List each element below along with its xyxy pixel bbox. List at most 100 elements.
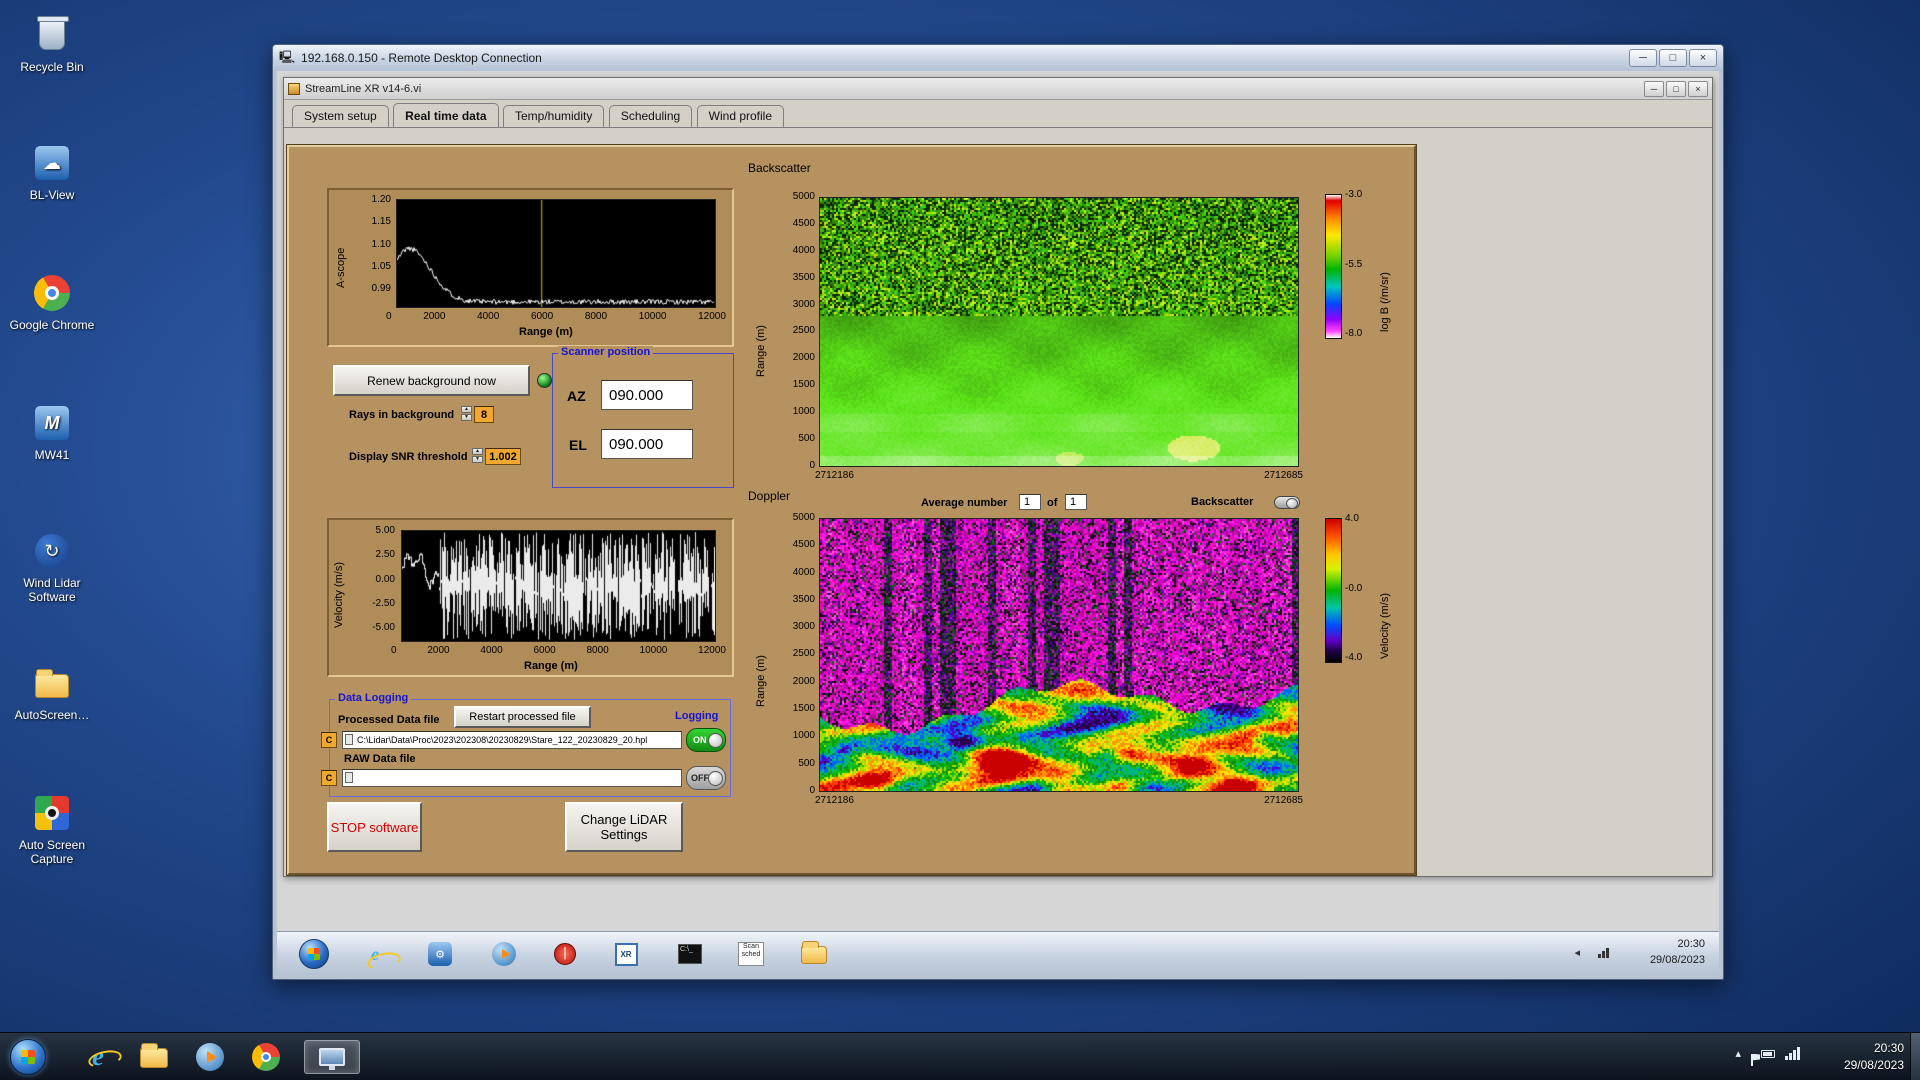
velocity-xlabel: Range (m) (524, 660, 578, 672)
taskbar-icon-ie[interactable]: e (78, 1040, 118, 1074)
battery-icon[interactable] (1761, 1049, 1775, 1058)
tab-system-setup[interactable]: System setup (292, 105, 389, 127)
tab-temp-humidity[interactable]: Temp/humidity (502, 105, 605, 127)
rays-value-field[interactable]: 8 (474, 406, 494, 423)
desktop-icon-auto-screen-capture[interactable]: Auto Screen Capture (6, 792, 98, 866)
processed-drive-box[interactable]: C (321, 732, 337, 748)
doppler-title: Doppler (748, 489, 791, 503)
remote-taskbar-icon-media[interactable] (491, 941, 517, 967)
network-icon[interactable] (1785, 1047, 1800, 1060)
ascope-graph-frame: A-scope 1.20 1.15 1.10 1.05 0.99 0 2000 4000 60… (327, 188, 734, 347)
remote-taskbar-icon-ie[interactable]: e (362, 941, 388, 967)
doppler-colorbar (1325, 518, 1342, 663)
tabstrip: System setup Real time data Temp/humidit… (284, 100, 1712, 128)
tab-scheduling[interactable]: Scheduling (608, 105, 693, 127)
backscatter-colorbar-label: log B (/m/sr) (1379, 272, 1391, 332)
average-total-field[interactable]: 1 (1065, 494, 1087, 510)
remote-start-button[interactable] (299, 939, 329, 969)
remote-taskbar-icon-control-panel[interactable]: ⚙ (427, 941, 453, 967)
raw-drive-box[interactable]: C (321, 770, 337, 786)
rdp-minimize-button[interactable]: ─ (1629, 49, 1657, 67)
tab-real-time-data[interactable]: Real time data (393, 103, 499, 127)
backscatter-yticks: 5000 4500 4000 3500 3000 2500 2000 1500 1000 500 0 (792, 191, 815, 471)
doppler-heatmap[interactable] (819, 518, 1299, 792)
logging-label: Logging (675, 710, 719, 722)
az-field[interactable]: 090.000 (601, 380, 693, 410)
desktop-icon-google-chrome[interactable]: Google Chrome (6, 272, 98, 332)
start-button[interactable] (10, 1039, 46, 1075)
backscatter-heatmap[interactable] (819, 197, 1299, 467)
doppler-x-left: 2712186 (815, 795, 854, 806)
desktop-icon-label: Google Chrome (9, 318, 95, 332)
processed-path-field[interactable]: C:\Lidar\Data\Proc\2023\202308\20230829\… (342, 731, 682, 749)
remote-network-icon[interactable] (1598, 947, 1609, 958)
rdp-close-button[interactable]: × (1689, 49, 1717, 67)
processed-data-file-label: Processed Data file (338, 714, 440, 726)
rdp-maximize-button[interactable]: □ (1659, 49, 1687, 67)
processed-logging-toggle-on[interactable]: ON (686, 728, 726, 752)
average-number-label: Average number (921, 497, 1008, 509)
average-of-label: of (1047, 497, 1058, 509)
rays-spinner[interactable]: ▲ ▼ (461, 406, 472, 421)
backscatter-display-toggle[interactable] (1274, 496, 1300, 509)
remote-hidden-icons-chevron[interactable]: ◂ (1574, 946, 1580, 959)
backscatter-colorbar (1325, 194, 1342, 339)
raw-logging-toggle-off[interactable]: OFF (686, 766, 726, 790)
backscatter-ylabel: Range (m) (755, 325, 767, 377)
desktop-icon-autoscreen[interactable]: AutoScreen… (6, 662, 98, 722)
tab-wind-profile[interactable]: Wind profile (696, 105, 785, 127)
remote-taskbar-icon-power-off[interactable]: ⏐ (552, 941, 578, 967)
show-desktop-button[interactable] (1910, 1033, 1920, 1080)
remote-taskbar-icon-scan-scheduler[interactable]: Scan sched (738, 941, 764, 967)
remote-taskbar-icon-explorer[interactable] (801, 941, 827, 967)
desktop-icon-label: MW41 (34, 448, 70, 462)
snr-value-field[interactable]: 1.002 (485, 448, 521, 465)
autoscreen-folder-icon (29, 662, 75, 704)
rdp-titlebar[interactable]: 🖳 192.168.0.150 - Remote Desktop Connect… (273, 45, 1723, 71)
desktop-icon-recycle-bin[interactable]: Recycle Bin (6, 14, 98, 74)
remote-time: 20:30 (1677, 938, 1705, 950)
app-titlebar[interactable]: StreamLine XR v14-6.vi ─ □ × (284, 78, 1712, 100)
remote-taskbar-icon-xr-vi[interactable]: XR (613, 941, 639, 967)
ascope-xlabel: Range (m) (519, 326, 573, 338)
renew-background-button[interactable]: Renew background now (333, 365, 530, 396)
scanner-position-title: Scanner position (558, 346, 654, 358)
file-page-icon (345, 772, 353, 783)
app-minimize-button[interactable]: ─ (1644, 80, 1664, 97)
velocity-plot[interactable] (401, 530, 716, 642)
app-restore-button[interactable]: □ (1666, 80, 1686, 97)
app-icon (288, 82, 300, 95)
backscatter-title: Backscatter (748, 161, 811, 175)
taskbar-icon-rdp-active[interactable] (304, 1040, 360, 1074)
auto-screen-capture-icon (29, 792, 75, 834)
host-taskbar: e ▴ 20:30 29/08/2023 (0, 1032, 1920, 1080)
snr-threshold-label: Display SNR threshold (349, 451, 468, 463)
system-tray: ▴ (1735, 1047, 1810, 1060)
taskbar-time: 20:30 (1873, 1041, 1904, 1055)
app-close-button[interactable]: × (1688, 80, 1708, 97)
ascope-plot[interactable] (396, 199, 716, 308)
remote-taskbar-icon-console[interactable]: C:\_ (677, 941, 703, 967)
change-lidar-settings-button[interactable]: Change LiDAR Settings (565, 802, 683, 852)
doppler-colorbar-label: Velocity (m/s) (1379, 592, 1391, 659)
remote-tray: ◂ (1574, 946, 1609, 959)
rdp-window: 🖳 192.168.0.150 - Remote Desktop Connect… (272, 44, 1724, 980)
taskbar-icon-media-player[interactable] (190, 1040, 230, 1074)
desktop-icon-wind-lidar[interactable]: ↻ Wind Lidar Software (6, 530, 98, 604)
remote-clock[interactable]: 20:30 29/08/2023 (1650, 936, 1705, 968)
raw-path-field[interactable] (342, 769, 682, 787)
taskbar-clock[interactable]: 20:30 29/08/2023 (1844, 1040, 1904, 1074)
stop-software-button[interactable]: STOP software (327, 802, 422, 852)
el-field[interactable]: 090.000 (601, 429, 693, 459)
desktop-icon-mw41[interactable]: M MW41 (6, 402, 98, 462)
average-number-field[interactable]: 1 (1019, 494, 1041, 510)
desktop-icon-label: Recycle Bin (20, 60, 84, 74)
snr-spinner[interactable]: ▲ ▼ (472, 448, 483, 463)
file-page-icon (345, 734, 353, 745)
taskbar-icon-chrome[interactable] (246, 1040, 286, 1074)
hidden-icons-chevron[interactable]: ▴ (1735, 1047, 1741, 1060)
desktop-icon-bl-view[interactable]: ☁ BL-View (6, 142, 98, 202)
restart-processed-file-button[interactable]: Restart processed file (454, 706, 591, 728)
mw41-icon: M (29, 402, 75, 444)
taskbar-icon-explorer[interactable] (134, 1040, 174, 1074)
